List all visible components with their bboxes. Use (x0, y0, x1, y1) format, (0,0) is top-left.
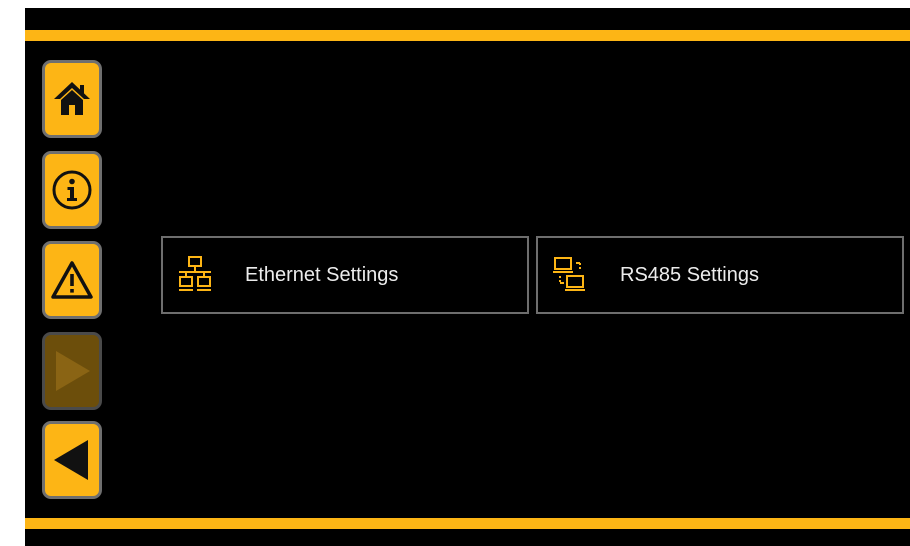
hmi-screen: Ethernet Settings RS485 Settings (25, 8, 910, 546)
bottom-accent-bar (25, 518, 910, 529)
info-icon (52, 170, 92, 210)
play-right-icon (56, 351, 90, 391)
back-button[interactable] (42, 421, 102, 499)
play-left-icon (54, 440, 88, 480)
ethernet-settings-label: Ethernet Settings (245, 263, 399, 286)
rs485-settings-label: RS485 Settings (620, 263, 759, 286)
home-button[interactable] (42, 60, 102, 138)
warning-icon (51, 261, 93, 299)
rs485-settings-tile[interactable]: RS485 Settings (536, 236, 904, 314)
top-accent-bar (25, 30, 910, 41)
alarm-button[interactable] (42, 241, 102, 319)
home-icon (54, 82, 90, 115)
info-button[interactable] (42, 151, 102, 229)
ethernet-network-icon (173, 253, 217, 297)
rs485-serial-icon (548, 253, 592, 297)
forward-button[interactable] (42, 332, 102, 410)
ethernet-settings-tile[interactable]: Ethernet Settings (161, 236, 529, 314)
